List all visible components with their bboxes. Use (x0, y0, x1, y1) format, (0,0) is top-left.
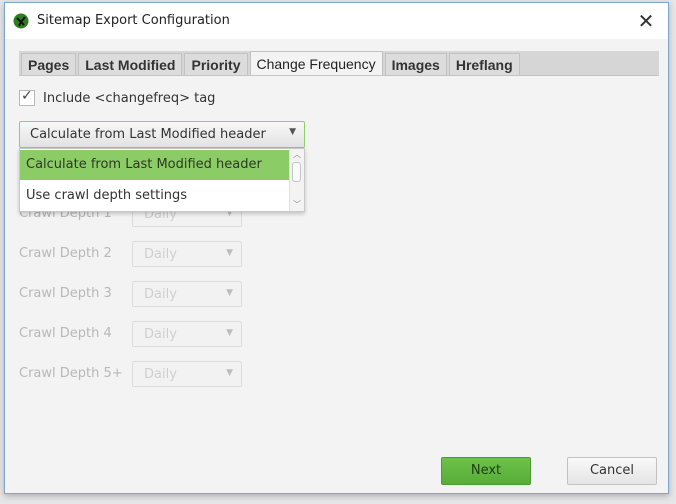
checkmark-icon: ✓ (21, 88, 33, 104)
crawl-depth-5-select[interactable]: Daily ▼ (132, 361, 242, 387)
include-changefreq-label: Include <changefreq> tag (43, 90, 216, 106)
crawl-depth-4-select[interactable]: Daily ▼ (132, 321, 242, 347)
title-bar: Sitemap Export Configuration ✕ (5, 3, 668, 39)
crawl-depth-label: Crawl Depth 5+ (19, 366, 123, 381)
crawl-depth-label: Crawl Depth 4 (19, 326, 112, 341)
crawl-depth-value: Daily (144, 247, 177, 262)
include-changefreq-checkbox[interactable]: ✓ (19, 88, 35, 106)
option-use-crawl-depth[interactable]: Use crawl depth settings (20, 181, 290, 211)
chevron-down-icon: ▼ (226, 288, 233, 298)
crawl-depth-label: Crawl Depth 2 (19, 246, 112, 261)
window-title: Sitemap Export Configuration (37, 13, 230, 28)
crawl-depth-value: Daily (144, 327, 177, 342)
close-icon[interactable]: ✕ (634, 9, 658, 33)
tab-images[interactable]: Images (384, 53, 447, 75)
tab-hreflang[interactable]: Hreflang (448, 53, 520, 75)
dropdown-scrollbar[interactable]: ︿ ﹀ (289, 149, 304, 211)
chevron-down-icon: ▼ (289, 127, 296, 137)
include-changefreq-row: ✓ Include <changefreq> tag (19, 88, 216, 106)
chevron-down-icon: ▼ (226, 248, 233, 258)
tab-bar: Pages Last Modified Priority Change Freq… (19, 51, 659, 76)
tab-priority[interactable]: Priority (184, 53, 248, 75)
frequency-mode-dropdown-list: Calculate from Last Modified header Use … (19, 148, 305, 212)
tab-change-frequency[interactable]: Change Frequency (249, 51, 383, 75)
next-button[interactable]: Next (441, 457, 531, 485)
frequency-mode-select[interactable]: Calculate from Last Modified header ▼ (19, 121, 305, 148)
chevron-down-icon: ▼ (226, 368, 233, 378)
option-calculate-last-modified[interactable]: Calculate from Last Modified header (20, 150, 290, 180)
crawl-depth-2-select[interactable]: Daily ▼ (132, 241, 242, 267)
scroll-down-icon[interactable]: ﹀ (290, 199, 304, 211)
sitemap-export-dialog: Sitemap Export Configuration ✕ Pages Las… (4, 2, 669, 494)
crawl-depth-value: Daily (144, 287, 177, 302)
tab-last-modified[interactable]: Last Modified (78, 53, 183, 75)
frog-logo-icon (13, 13, 29, 29)
crawl-depth-value: Daily (144, 367, 177, 382)
frequency-mode-value: Calculate from Last Modified header (30, 127, 266, 142)
scroll-up-icon[interactable]: ︿ (290, 149, 304, 161)
crawl-depth-3-select[interactable]: Daily ▼ (132, 281, 242, 307)
scrollbar-thumb[interactable] (292, 162, 301, 182)
cancel-button[interactable]: Cancel (567, 457, 657, 485)
crawl-depth-label: Crawl Depth 3 (19, 286, 112, 301)
tab-pages[interactable]: Pages (21, 53, 77, 75)
chevron-down-icon: ▼ (226, 328, 233, 338)
